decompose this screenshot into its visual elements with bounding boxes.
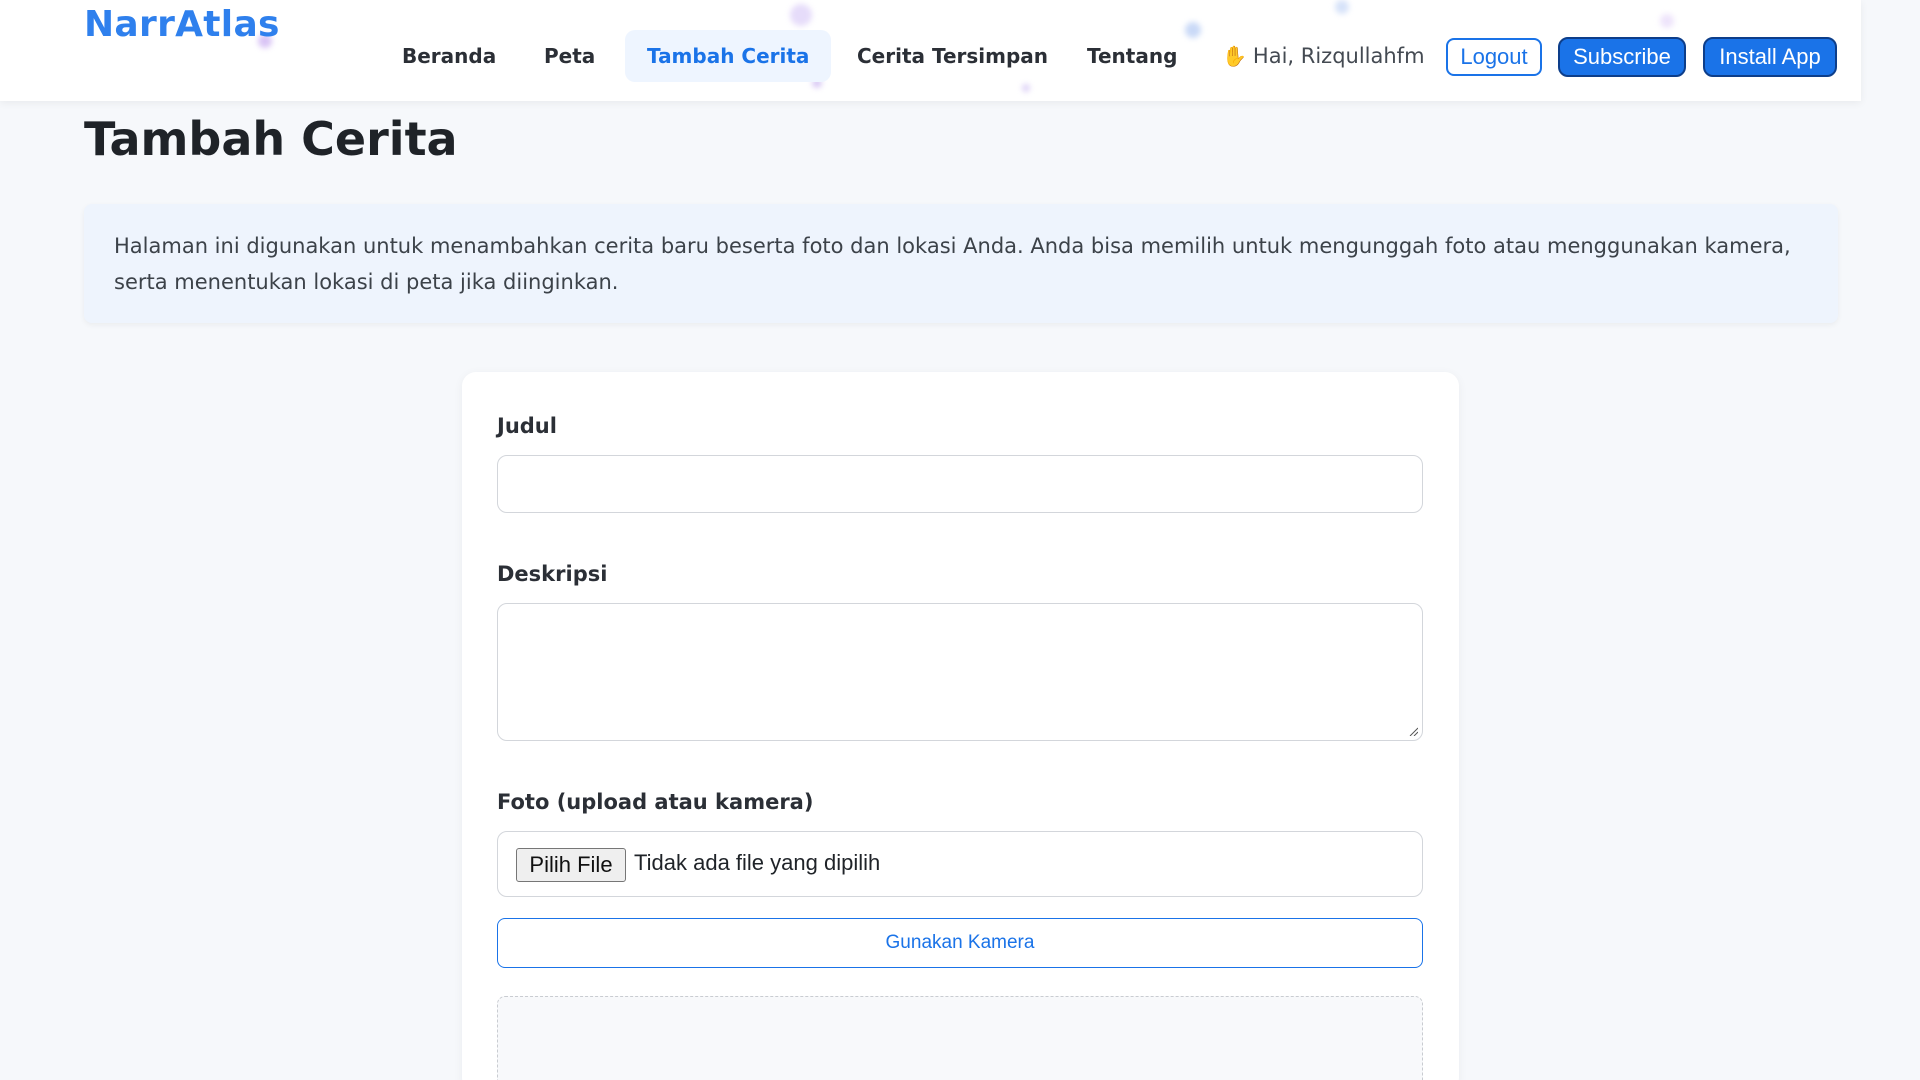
nav-tambah-cerita[interactable]: Tambah Cerita [625, 30, 832, 82]
nav-tentang[interactable]: Tentang [1065, 30, 1199, 82]
decor-dot [1022, 84, 1030, 92]
description-label: Deskripsi [497, 562, 608, 586]
decor-dot [1335, 0, 1349, 14]
info-text: Halaman ini digunakan untuk menambahkan … [114, 234, 1791, 294]
brand-logo[interactable]: NarrAtlas [84, 4, 280, 45]
photo-label: Foto (upload atau kamera) [497, 790, 814, 814]
waving-hand-icon: ✋ [1222, 44, 1247, 68]
page-title: Tambah Cerita [84, 112, 458, 166]
title-label: Judul [497, 414, 557, 438]
use-camera-button[interactable]: Gunakan Kamera [497, 918, 1423, 968]
photo-preview-area [497, 996, 1423, 1080]
story-form: Judul Deskripsi Foto (upload atau kamera… [462, 372, 1459, 1080]
nav-cerita-tersimpan[interactable]: Cerita Tersimpan [835, 30, 1070, 82]
install-app-button[interactable]: Install App [1703, 37, 1837, 77]
top-header: NarrAtlas Beranda Peta Tambah Cerita Cer… [0, 0, 1861, 101]
subscribe-button[interactable]: Subscribe [1558, 37, 1686, 77]
resize-grip-icon[interactable] [1408, 726, 1418, 736]
user-greeting: ✋ Hai, Rizqullahfm [1222, 44, 1425, 68]
choose-file-button[interactable]: Pilih File [516, 848, 626, 882]
info-box: Halaman ini digunakan untuk menambahkan … [84, 204, 1838, 323]
file-status: Tidak ada file yang dipilih [634, 850, 881, 875]
nav-peta[interactable]: Peta [522, 30, 617, 82]
description-textarea[interactable] [497, 603, 1423, 741]
title-input[interactable] [497, 455, 1423, 513]
nav-beranda[interactable]: Beranda [380, 30, 518, 82]
file-input[interactable]: Pilih File Tidak ada file yang dipilih [497, 831, 1423, 897]
greeting-text: Hai, Rizqullahfm [1252, 44, 1425, 68]
decor-dot [790, 4, 812, 26]
decor-dot [1660, 14, 1674, 28]
logout-button[interactable]: Logout [1446, 38, 1542, 76]
